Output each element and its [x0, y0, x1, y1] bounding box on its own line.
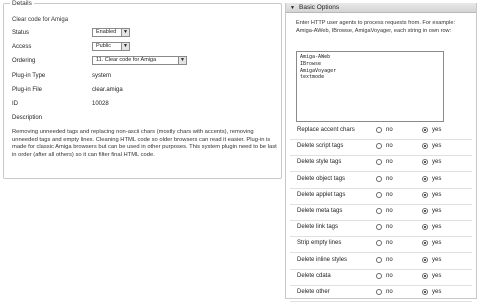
agents-description: Enter HTTP user agents to process reques… [296, 20, 456, 34]
option-yes-label[interactable]: yes [432, 143, 441, 149]
option-yes-radio[interactable] [422, 289, 428, 295]
status-label: Status [12, 30, 30, 36]
id-value: 10028 [92, 101, 109, 107]
option-no-label[interactable]: no [386, 224, 393, 230]
option-label: Delete object tags [297, 175, 346, 182]
option-label: Delete script tags [297, 143, 344, 150]
option-yes-label[interactable]: yes [432, 127, 441, 133]
option-label: Delete inline styles [297, 256, 348, 263]
option-no-label[interactable]: no [386, 143, 393, 149]
option-no-label[interactable]: no [386, 240, 393, 246]
access-select[interactable]: Public ▼ [92, 42, 130, 51]
option-yes-radio[interactable] [422, 143, 428, 150]
option-yes-radio[interactable] [422, 256, 428, 263]
description-label: Description [12, 115, 43, 121]
option-no-radio[interactable] [376, 143, 382, 150]
option-row: Delete inline styles no yes [286, 253, 476, 270]
option-yes-radio[interactable] [422, 240, 428, 247]
description-text: Removing unneeded tags and replacing non… [12, 129, 277, 158]
access-label: Access [12, 44, 32, 50]
option-yes-radio[interactable] [422, 272, 428, 279]
option-no-radio[interactable] [376, 191, 382, 198]
plugin-file-value: clear.amiga [92, 87, 123, 93]
option-yes-label[interactable]: yes [432, 257, 441, 263]
status-select[interactable]: Enabled ▼ [92, 28, 130, 37]
option-yes-label[interactable]: yes [432, 240, 441, 246]
option-no-radio[interactable] [376, 208, 382, 214]
option-yes-label[interactable]: yes [432, 273, 441, 279]
option-no-label[interactable]: no [386, 208, 393, 214]
option-row: Delete cdata no yes [286, 269, 476, 286]
ordering-label: Ordering [12, 58, 36, 64]
option-yes-label[interactable]: yes [432, 192, 441, 198]
option-yes-label[interactable]: yes [432, 224, 441, 230]
option-row: Replace accent chars no yes [286, 123, 476, 140]
option-no-label[interactable]: no [386, 176, 393, 182]
option-no-radio[interactable] [376, 256, 382, 263]
option-row: Delete link tags no yes [286, 220, 476, 238]
option-yes-radio[interactable] [422, 208, 428, 214]
details-fieldset: Details Clear code for Amiga Status Enab… [3, 0, 282, 179]
option-no-radio[interactable] [376, 159, 382, 166]
option-yes-radio[interactable] [422, 175, 428, 182]
option-row: Delete script tags no yes [286, 139, 476, 157]
collapse-icon: ▼ [290, 5, 295, 11]
option-row: Delete other no yes [286, 285, 476, 302]
option-label: Strip empty lines [297, 240, 342, 247]
option-no-radio[interactable] [376, 240, 382, 247]
plugin-type-value: system [92, 73, 112, 79]
option-label: Delete link tags [297, 224, 339, 231]
option-yes-radio[interactable] [422, 191, 428, 198]
plugin-type-label: Plug-in Type [12, 73, 46, 79]
option-row: Strip empty lines no yes [286, 236, 476, 254]
option-label: Delete cdata [297, 272, 331, 279]
chevron-down-icon: ▼ [178, 57, 186, 64]
chevron-down-icon: ▼ [121, 29, 129, 36]
agents-textarea[interactable]: Amiga-AWeb IBrowse AmigaVoyager textmode [296, 51, 444, 122]
basic-options-header[interactable]: ▼ Basic Options [286, 3, 476, 13]
option-row: Delete meta tags no yes [286, 204, 476, 221]
option-no-label[interactable]: no [386, 257, 393, 263]
status-select-value: Enabled [96, 29, 117, 35]
access-select-value: Public [96, 43, 111, 49]
option-no-label[interactable]: no [386, 127, 393, 133]
option-yes-radio[interactable] [422, 159, 428, 166]
option-no-radio[interactable] [376, 272, 382, 279]
option-yes-label[interactable]: yes [432, 159, 441, 165]
option-no-radio[interactable] [376, 289, 382, 295]
option-no-label[interactable]: no [386, 273, 393, 279]
plugin-file-label: Plug-in File [12, 87, 43, 93]
option-row: Delete style tags no yes [286, 155, 476, 173]
option-no-label[interactable]: no [386, 289, 393, 295]
option-no-radio[interactable] [376, 224, 382, 231]
option-yes-radio[interactable] [422, 127, 428, 133]
option-yes-label[interactable]: yes [432, 289, 441, 295]
details-legend: Details [10, 0, 34, 7]
option-yes-radio[interactable] [422, 224, 428, 231]
option-no-radio[interactable] [376, 175, 382, 182]
id-label: ID [12, 101, 18, 107]
option-no-radio[interactable] [376, 127, 382, 133]
option-label: Delete style tags [297, 159, 342, 166]
option-row: Delete applet tags no yes [286, 188, 476, 205]
option-yes-label[interactable]: yes [432, 208, 441, 214]
basic-options-title: Basic Options [299, 4, 340, 11]
option-label: Replace accent chars [297, 127, 355, 133]
chevron-down-icon: ▼ [121, 43, 129, 50]
basic-options-panel: ▼ Basic Options Enter HTTP user agents t… [285, 3, 477, 302]
ordering-select[interactable]: 11. Clear code for Amiga ▼ [92, 56, 187, 65]
option-no-label[interactable]: no [386, 192, 393, 198]
plugin-name: Clear code for Amiga [12, 17, 69, 23]
option-no-label[interactable]: no [386, 159, 393, 165]
option-label: Delete other [297, 289, 330, 295]
option-label: Delete applet tags [297, 191, 346, 198]
option-yes-label[interactable]: yes [432, 176, 441, 182]
ordering-select-value: 11. Clear code for Amiga [96, 57, 157, 63]
option-row: Delete object tags no yes [286, 172, 476, 189]
option-label: Delete meta tags [297, 208, 343, 214]
